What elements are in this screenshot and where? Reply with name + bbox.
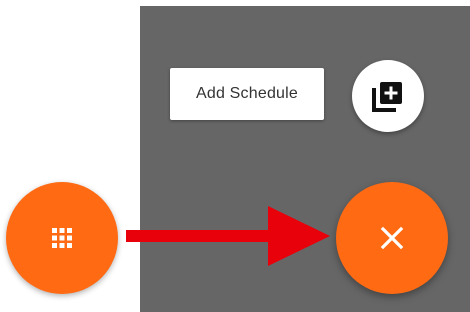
grid-icon [49,225,75,251]
add-to-library-icon [371,79,405,113]
close-icon [378,224,406,252]
add-schedule-label[interactable]: Add Schedule [170,68,324,120]
add-schedule-button[interactable] [352,60,424,132]
arrow-right-icon [118,196,338,276]
speed-dial-toggle-button[interactable] [6,182,118,294]
speed-dial-close-button[interactable] [336,182,448,294]
